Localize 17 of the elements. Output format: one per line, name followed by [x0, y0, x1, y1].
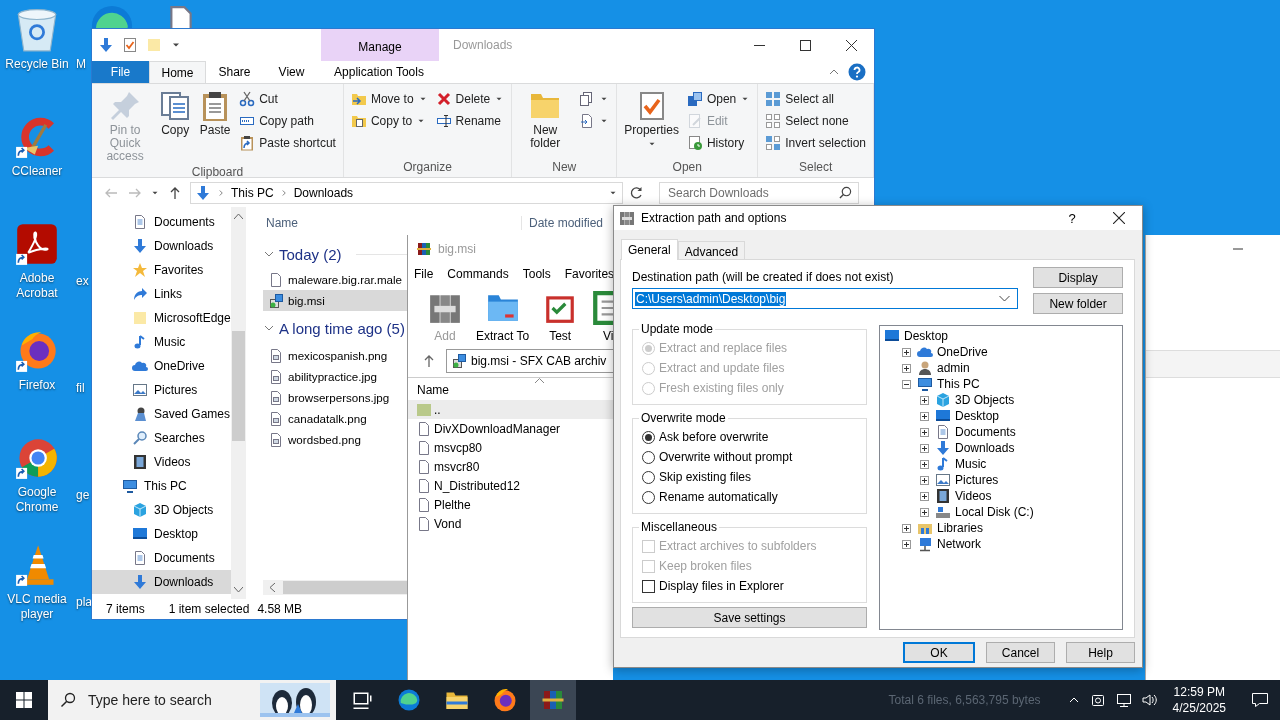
group-label: Update mode [640, 322, 715, 336]
contextual-tab-label: Manage [321, 29, 439, 61]
group-label: Overwrite mode [640, 411, 727, 425]
window-title: Downloads [453, 38, 513, 52]
field-label: Destination path (will be created if does not exist) [632, 270, 895, 284]
group-label: Miscellaneous [640, 520, 719, 534]
window-title: big.msi [438, 241, 476, 256]
group-label: Clipboard [190, 165, 245, 179]
status-text: 1 item selected [168, 602, 250, 616]
group-label: Organize [402, 160, 453, 175]
group-label: New [551, 160, 578, 175]
status-text: 4.58 MB [257, 602, 303, 616]
dialog-title: Extraction path and options [641, 211, 787, 225]
status-text: Total 6 files, 6,563,795 bytes [888, 693, 1041, 707]
status-text: 7 items [106, 602, 145, 616]
group-label: Select [797, 160, 834, 175]
group-label: Open [671, 160, 703, 175]
